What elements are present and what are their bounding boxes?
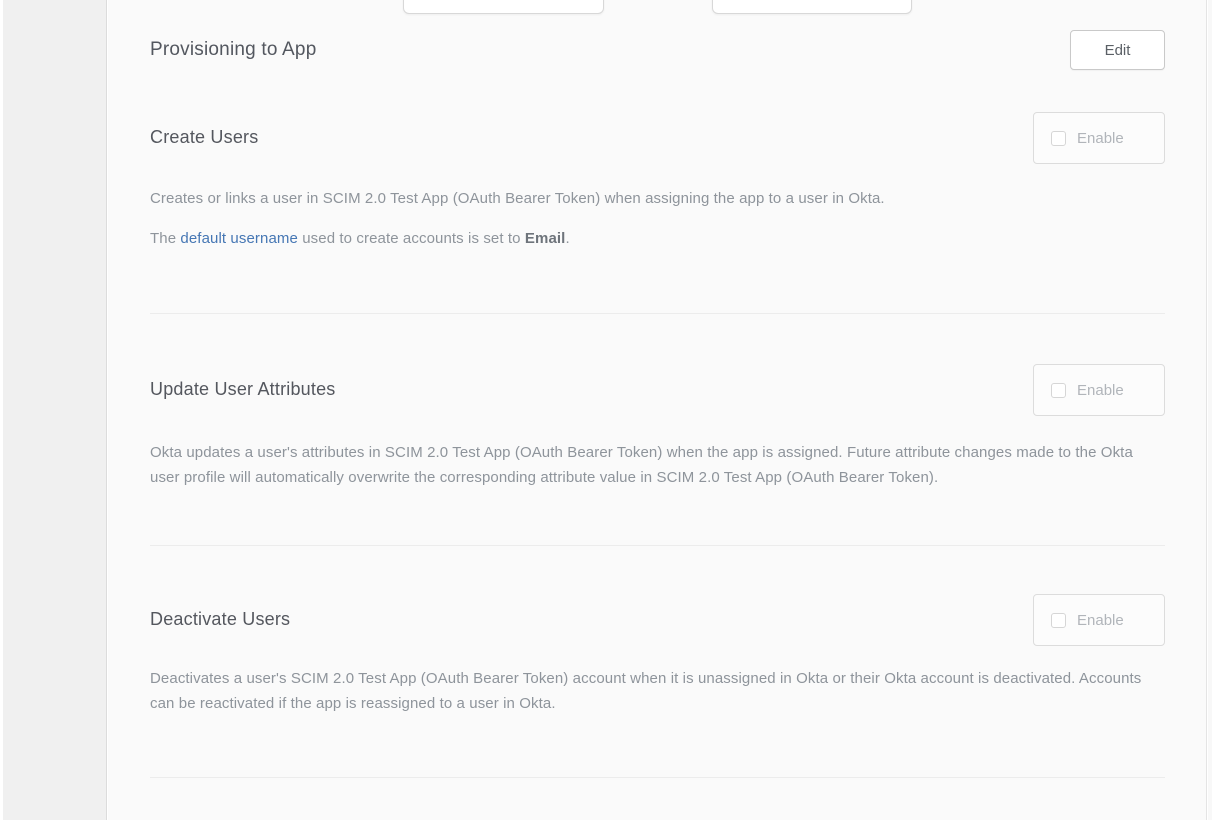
deactivate-users-enable-toggle[interactable]: Enable — [1033, 594, 1165, 646]
username-value: Email — [525, 230, 566, 247]
checkbox-icon[interactable] — [1051, 613, 1066, 628]
create-users-enable-toggle[interactable]: Enable — [1033, 112, 1165, 164]
edit-button[interactable]: Edit — [1070, 30, 1165, 70]
left-sidebar — [3, 0, 107, 820]
provisioning-settings-panel: Provisioning to App Edit Create Users En… — [108, 0, 1207, 820]
update-attributes-description: Okta updates a user's attributes in SCIM… — [150, 440, 1155, 490]
username-line-suffix: . — [565, 230, 569, 247]
enable-label: Enable — [1077, 382, 1124, 399]
section-deactivate-users: Deactivate Users Enable Deactivates a us… — [150, 546, 1165, 778]
checkbox-icon[interactable] — [1051, 383, 1066, 398]
create-users-title: Create Users — [150, 112, 258, 148]
create-users-username-line: The default username used to create acco… — [150, 226, 1155, 251]
provisioning-header: Provisioning to App Edit — [150, 30, 1165, 70]
deactivate-users-header: Deactivate Users Enable — [150, 594, 1165, 646]
username-line-middle: used to create accounts is set to — [298, 230, 525, 247]
username-line-prefix: The — [150, 230, 180, 247]
section-update-user-attributes: Update User Attributes Enable Okta updat… — [150, 314, 1165, 546]
update-attributes-title: Update User Attributes — [150, 364, 336, 400]
page-title: Provisioning to App — [150, 39, 316, 61]
cutoff-field-right[interactable] — [712, 0, 912, 14]
checkbox-icon[interactable] — [1051, 131, 1066, 146]
deactivate-users-title: Deactivate Users — [150, 594, 290, 630]
section-create-users: Create Users Enable Creates or links a u… — [150, 112, 1165, 314]
create-users-header: Create Users Enable — [150, 112, 1165, 164]
update-attributes-enable-toggle[interactable]: Enable — [1033, 364, 1165, 416]
page-right-strip — [1208, 0, 1212, 820]
create-users-description: Creates or links a user in SCIM 2.0 Test… — [150, 186, 1155, 211]
deactivate-users-description: Deactivates a user's SCIM 2.0 Test App (… — [150, 666, 1155, 716]
enable-label: Enable — [1077, 612, 1124, 629]
cutoff-field-left[interactable] — [403, 0, 604, 14]
default-username-link[interactable]: default username — [180, 230, 298, 247]
enable-label: Enable — [1077, 130, 1124, 147]
update-attributes-header: Update User Attributes Enable — [150, 364, 1165, 416]
